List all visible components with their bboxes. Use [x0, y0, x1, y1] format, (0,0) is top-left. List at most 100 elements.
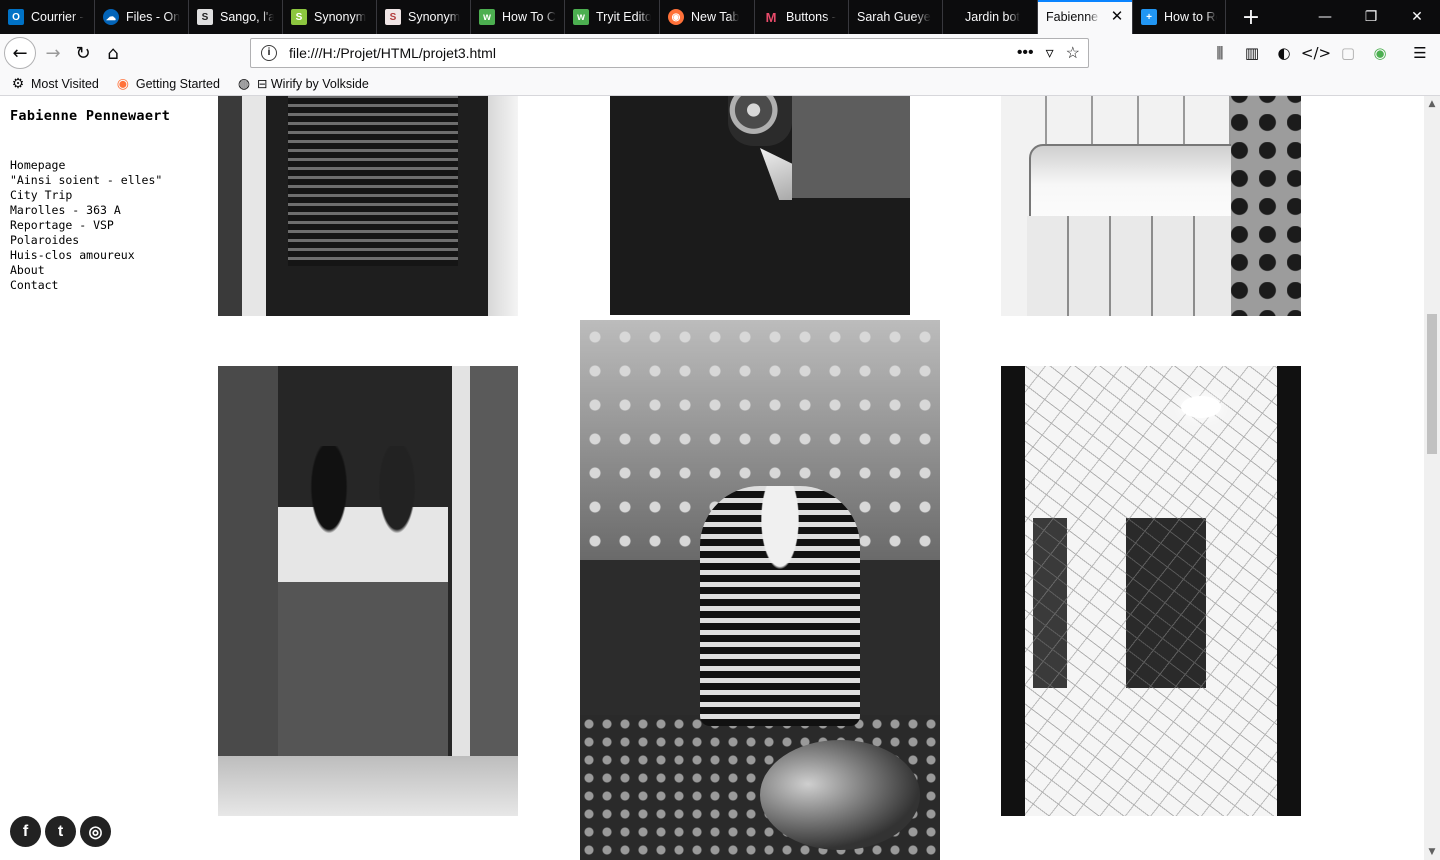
- pocket-icon[interactable]: ▿: [1046, 43, 1054, 63]
- browser-tab[interactable]: + How to Re: [1133, 0, 1226, 34]
- sango-icon: S: [197, 9, 213, 25]
- bookmark-getting-started[interactable]: ◉ Getting Started: [105, 75, 226, 92]
- tab-label: How To C: [502, 10, 556, 24]
- onedrive-icon: ☁: [103, 9, 119, 25]
- scrollbar-thumb[interactable]: [1427, 314, 1437, 454]
- instagram-icon[interactable]: ◎: [80, 816, 111, 847]
- close-tab-icon[interactable]: ✕: [1110, 9, 1124, 24]
- w3-icon: w: [479, 9, 495, 25]
- photo-family-doorway[interactable]: [218, 366, 518, 816]
- bookmark-wirify[interactable]: ◍ ⊟ Wirify by Volkside: [226, 75, 375, 92]
- buttons-icon: M: [765, 9, 777, 25]
- chrome-extension-icon[interactable]: ◉: [1368, 38, 1392, 68]
- browser-tab[interactable]: Jardin bot: [943, 0, 1038, 34]
- tab-label: Courrier -: [31, 10, 84, 24]
- forward-button[interactable]: →: [38, 38, 68, 68]
- reader-view-icon[interactable]: ◐: [1272, 38, 1296, 68]
- page-scrollbar[interactable]: ▲ ▼: [1424, 96, 1440, 860]
- back-button[interactable]: ←: [4, 37, 36, 69]
- devtools-icon[interactable]: </>: [1301, 38, 1331, 68]
- photo-striped-sweater[interactable]: [218, 96, 518, 316]
- scroll-up-icon[interactable]: ▲: [1424, 96, 1440, 112]
- plus-box-icon: +: [1141, 9, 1157, 25]
- menu-item-marolles[interactable]: Marolles - 363 A: [10, 203, 170, 218]
- browser-tab[interactable]: S Synonym: [377, 0, 471, 34]
- close-window-icon[interactable]: ✕: [1394, 0, 1440, 34]
- scroll-down-icon[interactable]: ▼: [1424, 844, 1440, 860]
- bookmarks-toolbar: ⚙ Most Visited ◉ Getting Started ◍ ⊟ Wir…: [0, 72, 1440, 96]
- sidebar-icon[interactable]: ▥: [1240, 38, 1264, 68]
- site-title[interactable]: Fabienne Pennewaert: [10, 108, 170, 124]
- navigation-toolbar: ← → ↻ ⌂ i file:///H:/Projet/HTML/projet3…: [0, 34, 1440, 72]
- menu-item-polaroides[interactable]: Polaroides: [10, 233, 170, 248]
- synonym2-icon: S: [385, 9, 401, 25]
- outlook-icon: O: [8, 9, 24, 25]
- browser-tab[interactable]: Sarah Gueye: [849, 0, 943, 34]
- photo-cracked-glass[interactable]: [1001, 366, 1301, 816]
- tab-label: Sarah Gueye: [857, 10, 931, 24]
- menu-item-about[interactable]: About: [10, 263, 170, 278]
- hamburger-menu-icon[interactable]: ☰: [1408, 38, 1432, 68]
- browser-tab[interactable]: w How To C: [471, 0, 565, 34]
- photo-bathtub[interactable]: [1001, 96, 1301, 316]
- bookmark-label: ⊟ Wirify by Volkside: [256, 77, 369, 91]
- browser-tab[interactable]: ☁ Files - On: [95, 0, 189, 34]
- social-links: f t ◎: [10, 816, 111, 847]
- menu-item-city-trip[interactable]: City Trip: [10, 188, 170, 203]
- menu-item-reportage-vsp[interactable]: Reportage - VSP: [10, 218, 170, 233]
- browser-tab[interactable]: ◉ New Tab: [660, 0, 755, 34]
- globe-icon: ◍: [237, 75, 251, 91]
- bookmark-label: Most Visited: [31, 76, 99, 91]
- tab-label: How to Re: [1164, 10, 1217, 24]
- home-icon: ⌂: [107, 42, 119, 64]
- browser-tab[interactable]: S Sango, l'a: [189, 0, 283, 34]
- back-arrow-icon: ←: [12, 42, 28, 64]
- photo-stairwell-plant[interactable]: [610, 96, 910, 315]
- page-content: Fabienne Pennewaert Homepage "Ainsi soie…: [0, 96, 1424, 860]
- browser-tab[interactable]: M Buttons -: [755, 0, 849, 34]
- synonym-icon: S: [291, 9, 307, 25]
- tab-label: Files - On: [126, 10, 180, 24]
- home-button[interactable]: ⌂: [98, 38, 128, 68]
- reload-icon: ↻: [75, 42, 91, 64]
- url-text[interactable]: file:///H:/Projet/HTML/projet3.html: [289, 45, 496, 61]
- info-icon[interactable]: i: [261, 45, 277, 61]
- bookmark-star-icon[interactable]: ☆: [1066, 43, 1080, 63]
- w3-icon: w: [573, 9, 589, 25]
- twitter-icon[interactable]: t: [45, 816, 76, 847]
- firefox-icon: ◉: [668, 9, 684, 25]
- bookmark-most-visited[interactable]: ⚙ Most Visited: [0, 75, 105, 92]
- bookmark-label: Getting Started: [135, 76, 220, 91]
- forward-arrow-icon: →: [45, 42, 61, 64]
- gear-icon: ⚙: [11, 75, 25, 91]
- menu-item-ainsi-soient-elles[interactable]: "Ainsi soient - elles": [10, 173, 170, 188]
- reload-button[interactable]: ↻: [68, 38, 98, 68]
- firefox-icon: ◉: [116, 75, 129, 91]
- tab-label: Buttons -: [786, 10, 837, 24]
- browser-tab[interactable]: w Tryit Edito: [565, 0, 660, 34]
- new-tab-button[interactable]: +: [1234, 0, 1268, 34]
- tab-label: New Tab: [691, 10, 740, 24]
- minimize-icon[interactable]: —: [1302, 0, 1348, 34]
- menu-item-homepage[interactable]: Homepage: [10, 158, 170, 173]
- tab-label: Synonym: [314, 10, 367, 24]
- tab-label: Tryit Edito: [596, 10, 651, 24]
- tab-label: Fabienne P: [1046, 10, 1100, 24]
- url-bar[interactable]: i file:///H:/Projet/HTML/projet3.html ••…: [250, 38, 1089, 68]
- site-sidebar: Fabienne Pennewaert Homepage "Ainsi soie…: [10, 108, 170, 293]
- menu-item-huis-clos[interactable]: Huis-clos amoureux: [10, 248, 170, 263]
- library-icon[interactable]: ⫼: [1208, 38, 1232, 68]
- restore-icon[interactable]: ❐: [1348, 0, 1394, 34]
- browser-tab[interactable]: O Courrier -: [0, 0, 95, 34]
- site-menu: Homepage "Ainsi soient - elles" City Tri…: [10, 158, 170, 293]
- tab-strip: O Courrier - ☁ Files - On S Sango, l'a S…: [0, 0, 1440, 34]
- menu-item-contact[interactable]: Contact: [10, 278, 170, 293]
- browser-tab-active[interactable]: Fabienne P ✕: [1038, 0, 1133, 34]
- extension-icon[interactable]: ▢: [1336, 38, 1360, 68]
- photo-woman-living-room[interactable]: [580, 320, 940, 860]
- page-actions-icon[interactable]: •••: [1017, 44, 1034, 62]
- facebook-icon[interactable]: f: [10, 816, 41, 847]
- browser-tab[interactable]: S Synonym: [283, 0, 377, 34]
- tab-label: Sango, l'a: [220, 10, 274, 24]
- tab-label: Jardin bot: [965, 10, 1020, 24]
